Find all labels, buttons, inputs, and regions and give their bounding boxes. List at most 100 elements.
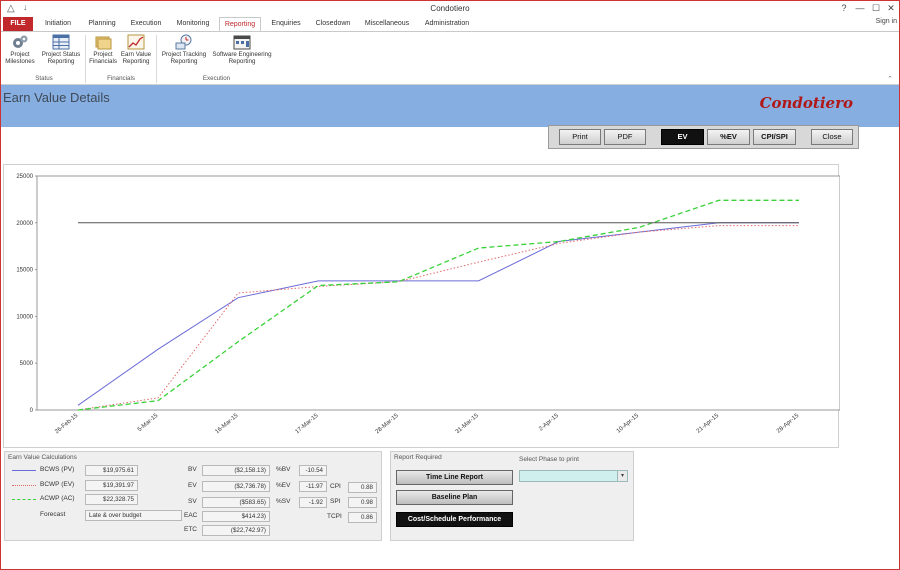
help-icon[interactable]: ?: [837, 2, 851, 15]
project-status-reporting-button[interactable]: Project Status Reporting: [39, 34, 83, 65]
earn-value-chart: 0 5000 10000 15000 20000 25000 26-Feb-15 5-Mar-…: [3, 164, 840, 448]
report-required-title: Report Required: [394, 454, 442, 461]
cost-schedule-performance-button[interactable]: Cost/Schedule Performance: [396, 512, 513, 527]
legend-label-ev: BCWP (EV): [40, 481, 75, 488]
spi-label: SPI: [330, 498, 341, 505]
forecast-label: Forecast: [40, 511, 66, 518]
ribbon-button-label: Reporting: [122, 58, 150, 65]
y-tick-label: 15000: [16, 268, 33, 274]
ribbon-button-label: Project Status: [41, 51, 81, 58]
ev-variance-value: ($2,736.78): [202, 481, 270, 492]
pbv-label: %BV: [276, 466, 291, 473]
ribbon-button-label: Project: [10, 51, 30, 58]
ev-label: EV: [188, 482, 197, 489]
group-label-financials: Financials: [107, 75, 135, 82]
brand-logo: Condotiero: [759, 94, 853, 112]
close-icon[interactable]: ✕: [884, 2, 898, 15]
legend-line-ev: [12, 485, 36, 486]
group-separator: [156, 35, 157, 83]
baseline-plan-button[interactable]: Baseline Plan: [396, 490, 513, 505]
window-title: Condotiero: [430, 4, 470, 13]
psv-value: -1.92: [299, 497, 327, 508]
legend-label-pv: BCWS (PV): [40, 466, 75, 473]
print-button[interactable]: Print: [559, 129, 601, 145]
percent-ev-button[interactable]: %EV: [707, 129, 750, 145]
chevron-down-icon[interactable]: ▾: [617, 471, 627, 481]
chart-canvas: 0 5000 10000 15000 20000 25000 26-Feb-15 5-Mar-…: [16, 174, 840, 436]
phase-select[interactable]: ▾: [519, 470, 628, 482]
ribbon-button-label: Software Engineering: [212, 51, 272, 58]
x-tick-label: 26-Feb-15: [54, 413, 80, 436]
folders-icon: [95, 36, 112, 50]
maximize-icon[interactable]: ☐: [869, 2, 883, 15]
etc-value: ($22,742.97): [202, 525, 270, 536]
tab-reporting[interactable]: Reporting: [219, 17, 261, 31]
legend-line-pv: [12, 470, 36, 471]
ac-value: $22,328.75: [85, 494, 138, 505]
ev-calc-title: Earn Value Calculations: [8, 454, 77, 461]
tab-closedown[interactable]: Closedown: [311, 17, 355, 31]
earn-value-reporting-button[interactable]: Earn Value Reporting: [119, 34, 153, 65]
plot-area: [36, 175, 840, 411]
tab-execution[interactable]: Execution: [125, 17, 167, 31]
y-tick-label: 10000: [16, 314, 33, 320]
x-tick-label: 21-Apr-15: [696, 413, 721, 435]
pev-value: -11.97: [299, 481, 327, 492]
y-tick-label: 25000: [16, 174, 33, 180]
eac-label: EAC: [184, 512, 198, 519]
tab-enquiries[interactable]: Enquiries: [265, 17, 307, 31]
pbv-value: -10.54: [299, 465, 327, 476]
psv-label: %SV: [276, 498, 291, 505]
project-milestones-button[interactable]: Project Milestones: [4, 34, 36, 65]
software-engineering-reporting-button[interactable]: Software Engineering Reporting: [209, 34, 275, 65]
cpi-spi-button[interactable]: CPI/SPI: [753, 129, 796, 145]
tab-miscellaneous[interactable]: Miscellaneous: [359, 17, 415, 31]
tab-file[interactable]: FILE: [3, 17, 33, 31]
tab-monitoring[interactable]: Monitoring: [171, 17, 215, 31]
tab-initiation[interactable]: Initiation: [37, 17, 79, 31]
minimize-icon[interactable]: —: [853, 2, 867, 15]
x-tick-label: 2-Apr-15: [538, 413, 560, 433]
ribbon-panel: Project Milestones Project Status Report…: [1, 31, 899, 85]
line-chart-icon: [127, 34, 145, 50]
sv-label: SV: [188, 498, 197, 505]
select-phase-title: Select Phase to print: [519, 456, 579, 463]
sign-in-link[interactable]: Sign in: [876, 18, 897, 25]
x-tick-label: 10-Apr-15: [616, 413, 641, 435]
tab-planning[interactable]: Planning: [83, 17, 121, 31]
bv-value: ($2,158.13): [202, 465, 270, 476]
ribbon-button-label: Reporting: [47, 58, 75, 65]
report-required-panel: Report Required Select Phase to print Ti…: [390, 451, 634, 541]
application-window: △ ↓ Condotiero ? — ☐ ✕ FILE Initiation P…: [0, 0, 900, 570]
tcpi-label: TCPI: [327, 513, 342, 520]
group-label-execution: Execution: [202, 75, 231, 82]
page-title: Earn Value Details: [3, 90, 110, 105]
ev-value: $19,391.97: [85, 480, 138, 491]
title-bar: △ ↓ Condotiero ? — ☐ ✕: [1, 1, 899, 17]
ribbon-button-label: Milestones: [5, 58, 35, 65]
y-tick-label: 0: [30, 408, 34, 414]
close-button[interactable]: Close: [811, 129, 853, 145]
ribbon-button-label: Earn Value: [120, 51, 152, 58]
ev-button[interactable]: EV: [661, 129, 704, 145]
x-tick-label: 28-Mar-15: [375, 413, 401, 436]
cpi-label: CPI: [330, 483, 341, 490]
legend-label-ac: ACWP (AC): [40, 495, 75, 502]
pv-value: $19,975.61: [85, 465, 138, 476]
ribbon-button-label: Project: [93, 51, 113, 58]
forecast-value: Late & over budget: [85, 510, 182, 521]
group-label-status: Status: [35, 75, 53, 82]
eac-value: $414.23): [202, 511, 270, 522]
sv-value: ($583.65): [202, 497, 270, 508]
tcpi-value: 0.86: [348, 512, 377, 523]
ribbon-tabs: FILE Initiation Planning Execution Monit…: [1, 17, 899, 31]
project-financials-button[interactable]: Project Financials: [87, 34, 119, 65]
time-line-report-button[interactable]: Time Line Report: [396, 470, 513, 485]
pdf-button[interactable]: PDF: [604, 129, 646, 145]
tab-administration[interactable]: Administration: [419, 17, 475, 31]
project-tracking-reporting-button[interactable]: Project Tracking Reporting: [158, 34, 210, 65]
etc-label: ETC: [184, 526, 197, 533]
page-header: Earn Value Details Condotiero: [1, 85, 899, 127]
spi-value: 0.98: [348, 497, 377, 508]
collapse-ribbon-icon[interactable]: ⌃: [887, 75, 893, 83]
